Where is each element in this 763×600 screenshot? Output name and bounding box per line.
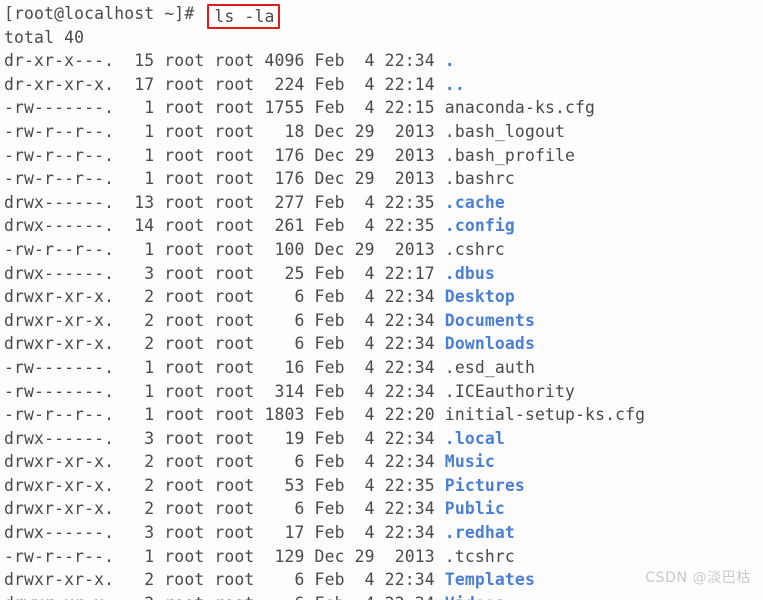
directory-name: .local — [444, 428, 505, 448]
command-highlight-box: ls -la — [207, 4, 281, 29]
listing-row-metadata: -rw-------. 1 root root 314 Feb 4 22:34 — [4, 381, 445, 401]
command-text: ls -la — [214, 7, 275, 26]
listing-row-metadata: drwxr-xr-x. 2 root root 6 Feb 4 22:34 — [4, 570, 445, 590]
listing-row: drwxr-xr-x. 2 root root 6 Feb 4 22:34 Pu… — [4, 497, 763, 521]
file-name: .cshrc — [444, 239, 505, 259]
listing-row: -rw-r--r--. 1 root root 176 Dec 29 2013 … — [4, 144, 763, 168]
listing-row: -rw-r--r--. 1 root root 18 Dec 29 2013 .… — [4, 120, 763, 144]
file-name: .bash_profile — [444, 145, 576, 165]
listing-row-metadata: -rw-r--r--. 1 root root 1803 Feb 4 22:20 — [4, 405, 445, 425]
listing-row-metadata: drwxr-xr-x. 2 root root 6 Feb 4 22:34 — [4, 452, 445, 472]
file-name: .ICEauthority — [444, 381, 576, 401]
listing-row: dr-xr-x---. 15 root root 4096 Feb 4 22:3… — [4, 49, 763, 73]
file-name: .bashrc — [444, 169, 515, 189]
listing-row-metadata: drwxr-xr-x. 2 root root 53 Feb 4 22:35 — [4, 475, 445, 495]
listing-row-metadata: drwxr-xr-x. 2 root root 6 Feb 4 22:34 — [4, 499, 445, 519]
listing-row: -rw-------. 1 root root 1755 Feb 4 22:15… — [4, 96, 763, 120]
listing-row-metadata: -rw-r--r--. 1 root root 176 Dec 29 2013 — [4, 169, 445, 189]
listing-row-metadata: drwx------. 3 root root 17 Feb 4 22:34 — [4, 523, 445, 543]
listing-row-metadata: dr-xr-xr-x. 17 root root 224 Feb 4 22:14 — [4, 74, 445, 94]
listing-row: drwxr-xr-x. 2 root root 6 Feb 4 22:34 Do… — [4, 309, 763, 333]
directory-name: Music — [444, 452, 495, 472]
listing-row: drwxr-xr-x. 2 root root 53 Feb 4 22:35 P… — [4, 474, 763, 498]
listing-row: -rw-------. 1 root root 16 Feb 4 22:34 .… — [4, 356, 763, 380]
directory-name: .. — [444, 74, 465, 94]
listing-row-metadata: drwx------. 14 root root 261 Feb 4 22:35 — [4, 216, 445, 236]
directory-name: Downloads — [444, 334, 535, 354]
total-line: total 40 — [4, 27, 85, 47]
file-name: .bash_logout — [444, 121, 566, 141]
listing-row-metadata: dr-xr-x---. 15 root root 4096 Feb 4 22:3… — [4, 51, 445, 71]
listing-row: drwx------. 3 root root 25 Feb 4 22:17 .… — [4, 262, 763, 286]
listing-row: drwx------. 13 root root 277 Feb 4 22:35… — [4, 191, 763, 215]
listing-row-metadata: -rw-------. 1 root root 1755 Feb 4 22:15 — [4, 98, 445, 118]
terminal-window[interactable]: [root@localhost ~]# ls -la total 40 dr-x… — [0, 0, 763, 600]
file-name: anaconda-ks.cfg — [444, 98, 596, 118]
listing-row-metadata: drwxr-xr-x. 2 root root 6 Feb 4 22:34 — [4, 310, 445, 330]
listing-row: -rw-r--r--. 1 root root 129 Dec 29 2013 … — [4, 545, 763, 569]
listing-row: -rw-r--r--. 1 root root 176 Dec 29 2013 … — [4, 167, 763, 191]
file-listing: dr-xr-x---. 15 root root 4096 Feb 4 22:3… — [4, 49, 763, 600]
directory-name: .config — [444, 216, 515, 236]
listing-row: -rw-r--r--. 1 root root 100 Dec 29 2013 … — [4, 238, 763, 262]
directory-name: .redhat — [444, 523, 515, 543]
listing-row-metadata: drwx------. 3 root root 25 Feb 4 22:17 — [4, 263, 445, 283]
shell-prompt: [root@localhost ~]# — [4, 4, 205, 23]
listing-row-metadata: drwxr-xr-x. 2 root root 6 Feb 4 22:34 — [4, 287, 445, 307]
listing-row: drwxr-xr-x. 2 root root 6 Feb 4 22:34 De… — [4, 285, 763, 309]
listing-row: -rw-------. 1 root root 314 Feb 4 22:34 … — [4, 380, 763, 404]
listing-row-metadata: drwxr-xr-x. 2 root root 6 Feb 4 22:34 — [4, 594, 445, 600]
directory-name: Templates — [444, 570, 535, 590]
file-name: initial-setup-ks.cfg — [444, 405, 646, 425]
file-name: .esd_auth — [444, 357, 535, 377]
directory-name: Public — [444, 499, 505, 519]
listing-row: drwx------. 14 root root 261 Feb 4 22:35… — [4, 214, 763, 238]
listing-row: drwx------. 3 root root 19 Feb 4 22:34 .… — [4, 427, 763, 451]
listing-row-metadata: drwx------. 3 root root 19 Feb 4 22:34 — [4, 428, 445, 448]
file-name: .tcshrc — [444, 546, 515, 566]
listing-row-metadata: -rw-------. 1 root root 16 Feb 4 22:34 — [4, 357, 445, 377]
listing-row: -rw-r--r--. 1 root root 1803 Feb 4 22:20… — [4, 403, 763, 427]
listing-row-metadata: -rw-r--r--. 1 root root 129 Dec 29 2013 — [4, 546, 445, 566]
prompt-line: [root@localhost ~]# ls -la — [4, 2, 763, 29]
directory-name: .cache — [444, 192, 505, 212]
listing-row-metadata: -rw-r--r--. 1 root root 100 Dec 29 2013 — [4, 239, 445, 259]
listing-row-metadata: -rw-r--r--. 1 root root 18 Dec 29 2013 — [4, 121, 445, 141]
directory-name: . — [444, 51, 455, 71]
directory-name: Pictures — [444, 475, 525, 495]
directory-name: .dbus — [444, 263, 495, 283]
directory-name: Documents — [444, 310, 535, 330]
listing-row: drwxr-xr-x. 2 root root 6 Feb 4 22:34 Mu… — [4, 450, 763, 474]
directory-name: Desktop — [444, 287, 515, 307]
listing-row: drwxr-xr-x. 2 root root 6 Feb 4 22:34 Vi… — [4, 592, 763, 600]
listing-row-metadata: -rw-r--r--. 1 root root 176 Dec 29 2013 — [4, 145, 445, 165]
listing-row-metadata: drwx------. 13 root root 277 Feb 4 22:35 — [4, 192, 445, 212]
listing-row: drwx------. 3 root root 17 Feb 4 22:34 .… — [4, 521, 763, 545]
listing-row-metadata: drwxr-xr-x. 2 root root 6 Feb 4 22:34 — [4, 334, 445, 354]
listing-row: drwxr-xr-x. 2 root root 6 Feb 4 22:34 Do… — [4, 332, 763, 356]
listing-row: dr-xr-xr-x. 17 root root 224 Feb 4 22:14… — [4, 73, 763, 97]
csdn-watermark: CSDN @淡巴枯 — [645, 570, 751, 587]
directory-name: Videos — [445, 594, 505, 600]
